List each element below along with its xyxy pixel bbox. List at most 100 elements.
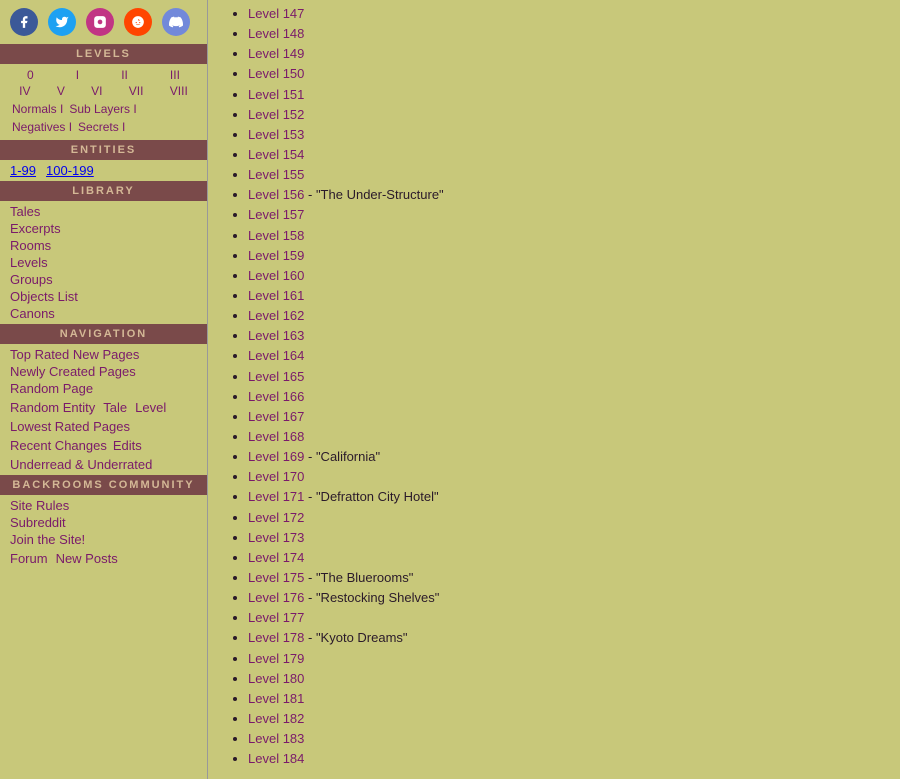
list-item: Level 155 — [248, 165, 890, 185]
level-0-link[interactable]: 0 — [27, 68, 34, 82]
level-link[interactable]: Level 163 — [248, 328, 304, 343]
level-link[interactable]: Level 149 — [248, 46, 304, 61]
level-iii-link[interactable]: III — [170, 68, 180, 82]
list-item: Level 149 — [248, 44, 890, 64]
level-link[interactable]: Level 147 — [248, 6, 304, 21]
list-item: Level 176 - "Restocking Shelves" — [248, 588, 890, 608]
forum-link[interactable]: Forum — [10, 551, 48, 566]
level-name: - "Kyoto Dreams" — [304, 630, 407, 645]
level-v-link[interactable]: V — [57, 84, 65, 98]
level-viii-link[interactable]: VIII — [170, 84, 188, 98]
tales-link[interactable]: Tales — [10, 203, 197, 220]
list-item: Level 172 — [248, 508, 890, 528]
levels-link[interactable]: Levels — [10, 254, 197, 271]
level-link[interactable]: Level 148 — [248, 26, 304, 41]
new-posts-link[interactable]: New Posts — [56, 551, 118, 566]
level-link[interactable]: Level 173 — [248, 530, 304, 545]
level-i-link[interactable]: I — [76, 68, 79, 82]
groups-link[interactable]: Groups — [10, 271, 197, 288]
level-ii-link[interactable]: II — [121, 68, 128, 82]
level-link[interactable]: Level 179 — [248, 651, 304, 666]
rooms-link[interactable]: Rooms — [10, 237, 197, 254]
reddit-icon[interactable] — [124, 8, 152, 36]
level-link[interactable]: Level 170 — [248, 469, 304, 484]
random-page-link[interactable]: Random Page — [10, 380, 197, 397]
instagram-icon[interactable] — [86, 8, 114, 36]
level-link[interactable]: Level 152 — [248, 107, 304, 122]
list-item: Level 173 — [248, 528, 890, 548]
random-level-link[interactable]: Level — [135, 400, 166, 415]
lowest-rated-link[interactable]: Lowest Rated Pages — [10, 418, 197, 435]
entities-1-99-link[interactable]: 1-99 — [10, 163, 36, 178]
level-link[interactable]: Level 172 — [248, 510, 304, 525]
level-link[interactable]: Level 156 — [248, 187, 304, 202]
level-link[interactable]: Level 184 — [248, 751, 304, 766]
list-item: Level 184 — [248, 749, 890, 769]
underread-link[interactable]: Underread & Underrated — [10, 456, 197, 473]
level-link[interactable]: Level 183 — [248, 731, 304, 746]
objects-list-link[interactable]: Objects List — [10, 288, 197, 305]
subreddit-link[interactable]: Subreddit — [10, 514, 197, 531]
level-link[interactable]: Level 157 — [248, 207, 304, 222]
level-name: - "Defratton City Hotel" — [304, 489, 438, 504]
newly-created-link[interactable]: Newly Created Pages — [10, 363, 197, 380]
secrets-i-link[interactable]: Secrets I — [78, 120, 125, 134]
edits-link[interactable]: Edits — [113, 438, 142, 453]
level-link[interactable]: Level 160 — [248, 268, 304, 283]
level-name: - "California" — [304, 449, 380, 464]
random-entity-link[interactable]: Random Entity — [10, 400, 95, 415]
level-link[interactable]: Level 177 — [248, 610, 304, 625]
level-link[interactable]: Level 182 — [248, 711, 304, 726]
level-link[interactable]: Level 174 — [248, 550, 304, 565]
level-link[interactable]: Level 180 — [248, 671, 304, 686]
join-site-link[interactable]: Join the Site! — [10, 531, 197, 548]
level-link[interactable]: Level 154 — [248, 147, 304, 162]
list-item: Level 157 — [248, 205, 890, 225]
list-item: Level 148 — [248, 24, 890, 44]
level-link[interactable]: Level 161 — [248, 288, 304, 303]
level-link[interactable]: Level 150 — [248, 66, 304, 81]
level-link[interactable]: Level 155 — [248, 167, 304, 182]
level-link[interactable]: Level 175 — [248, 570, 304, 585]
social-bar — [0, 0, 207, 44]
level-vi-link[interactable]: VI — [91, 84, 102, 98]
list-item: Level 166 — [248, 387, 890, 407]
recent-changes-link[interactable]: Recent Changes — [10, 438, 107, 453]
random-tale-link[interactable]: Tale — [103, 400, 127, 415]
level-link[interactable]: Level 165 — [248, 369, 304, 384]
level-link[interactable]: Level 168 — [248, 429, 304, 444]
facebook-icon[interactable] — [10, 8, 38, 36]
twitter-icon[interactable] — [48, 8, 76, 36]
level-link[interactable]: Level 176 — [248, 590, 304, 605]
level-iv-link[interactable]: IV — [19, 84, 30, 98]
level-link[interactable]: Level 181 — [248, 691, 304, 706]
level-link[interactable]: Level 162 — [248, 308, 304, 323]
normals-i-link[interactable]: Normals I — [12, 102, 63, 116]
sub-layers-i-link[interactable]: Sub Layers I — [69, 102, 136, 116]
list-item: Level 151 — [248, 85, 890, 105]
level-link[interactable]: Level 151 — [248, 87, 304, 102]
level-link[interactable]: Level 167 — [248, 409, 304, 424]
level-link[interactable]: Level 153 — [248, 127, 304, 142]
level-link[interactable]: Level 169 — [248, 449, 304, 464]
discord-icon[interactable] — [162, 8, 190, 36]
library-section: Tales Excerpts Rooms Levels Groups Objec… — [0, 201, 207, 324]
excerpts-link[interactable]: Excerpts — [10, 220, 197, 237]
level-link[interactable]: Level 166 — [248, 389, 304, 404]
level-name: - "The Bluerooms" — [304, 570, 413, 585]
level-vii-link[interactable]: VII — [129, 84, 144, 98]
site-rules-link[interactable]: Site Rules — [10, 497, 197, 514]
navigation-section: Top Rated New Pages Newly Created Pages … — [0, 344, 207, 399]
top-rated-link[interactable]: Top Rated New Pages — [10, 346, 197, 363]
list-item: Level 154 — [248, 145, 890, 165]
level-link[interactable]: Level 159 — [248, 248, 304, 263]
level-link[interactable]: Level 164 — [248, 348, 304, 363]
negatives-i-link[interactable]: Negatives I — [12, 120, 72, 134]
level-link[interactable]: Level 178 — [248, 630, 304, 645]
canons-link[interactable]: Canons — [10, 305, 197, 322]
entities-100-199-link[interactable]: 100-199 — [46, 163, 94, 178]
list-item: Level 168 — [248, 427, 890, 447]
level-link[interactable]: Level 171 — [248, 489, 304, 504]
main-content: Level 147 Level 148 Level 149 Level 150 Leve… — [208, 0, 900, 779]
level-link[interactable]: Level 158 — [248, 228, 304, 243]
